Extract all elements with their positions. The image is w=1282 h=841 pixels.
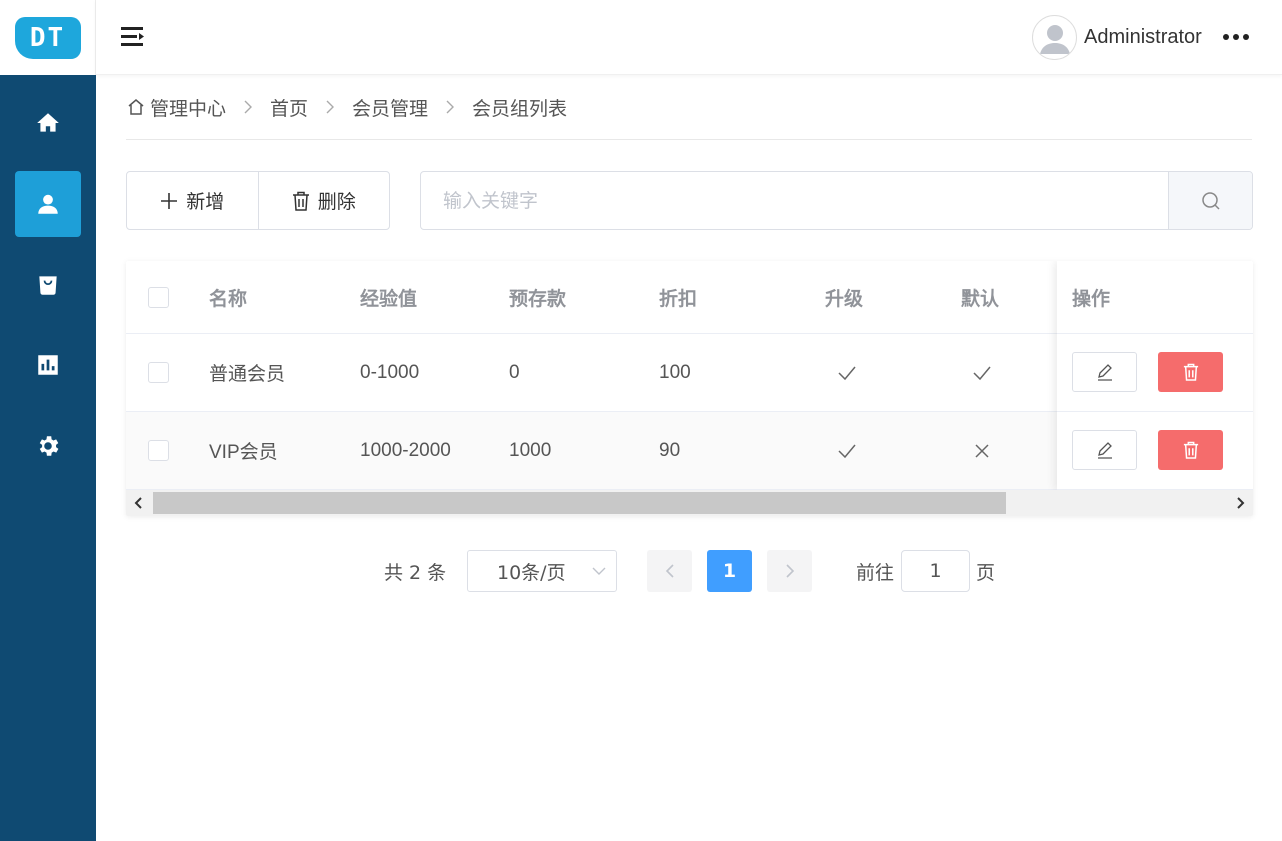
check-icon <box>972 334 992 411</box>
goto-unit: 页 <box>976 561 996 584</box>
search-box <box>420 171 1253 230</box>
column-header-name[interactable]: 名称 <box>209 261 247 333</box>
chevron-right-icon <box>226 92 270 122</box>
pencil-icon <box>1097 364 1112 381</box>
chevron-right-icon <box>308 92 352 122</box>
cell-exp: 1000-2000 <box>360 439 451 461</box>
sidebar-item-shop[interactable] <box>15 252 81 318</box>
goto-label: 前往 <box>856 561 895 584</box>
row-delete-button[interactable] <box>1158 352 1223 392</box>
page-number-current[interactable]: 1 <box>707 550 752 592</box>
operation-column: 操作 <box>1057 261 1253 490</box>
top-header: Administrator <box>96 0 1282 75</box>
row-delete-button[interactable] <box>1158 430 1223 470</box>
delete-button[interactable]: 删除 <box>257 172 390 229</box>
check-icon <box>837 334 857 411</box>
column-header-actions: 操作 <box>1072 287 1111 310</box>
page-size-select[interactable]: 10条/页 <box>467 550 617 592</box>
scrollbar-thumb[interactable] <box>153 492 1006 514</box>
cell-name: VIP会员 <box>209 442 278 463</box>
row-checkbox[interactable] <box>148 440 169 461</box>
username[interactable]: Administrator <box>1084 26 1202 49</box>
member-group-table: 名称 经验值 预存款 折扣 升级 默认 普通会员 0-1000 0 100 VI… <box>126 261 1253 516</box>
search-icon <box>1201 191 1220 210</box>
user-icon <box>38 194 58 214</box>
shopping-bag-icon <box>39 276 57 295</box>
goto-page-input[interactable]: 1 <box>901 550 970 592</box>
chevron-right-icon <box>428 92 472 122</box>
breadcrumb-item-current: 会员组列表 <box>472 97 568 120</box>
column-header-exp[interactable]: 经验值 <box>360 261 417 333</box>
gear-icon <box>39 436 59 456</box>
more-menu-icon[interactable] <box>1216 25 1256 49</box>
bar-chart-icon <box>38 355 58 375</box>
breadcrumb-item-home[interactable]: 首页 <box>270 92 308 122</box>
home-outline-icon <box>128 99 144 115</box>
prev-page-button[interactable] <box>647 550 692 592</box>
search-input[interactable] <box>421 172 1168 229</box>
logo-area: DT <box>0 0 96 75</box>
logo[interactable]: DT <box>14 16 81 59</box>
check-icon <box>837 412 857 489</box>
column-header-default[interactable]: 默认 <box>961 261 999 333</box>
sidebar-item-home[interactable] <box>15 90 81 156</box>
breadcrumb-item-admin[interactable]: 管理中心 <box>126 92 226 122</box>
sidebar-item-members[interactable] <box>15 171 81 237</box>
chevron-right-icon <box>785 564 794 578</box>
chevron-down-icon <box>592 567 606 575</box>
action-button-group: 新增 删除 <box>126 171 390 230</box>
cell-deposit: 0 <box>509 361 520 383</box>
sidebar: DT <box>0 0 96 841</box>
pencil-icon <box>1097 442 1112 459</box>
row-checkbox[interactable] <box>148 362 169 383</box>
sidebar-item-stats[interactable] <box>15 332 81 398</box>
search-button[interactable] <box>1168 172 1252 229</box>
cell-exp: 0-1000 <box>360 361 420 383</box>
breadcrumb: 管理中心 首页 会员管理 会员组列表 <box>126 92 1252 140</box>
cell-discount: 90 <box>659 439 681 461</box>
cell-name: 普通会员 <box>209 364 286 385</box>
add-button[interactable]: 新增 <box>127 172 258 229</box>
column-header-deposit[interactable]: 预存款 <box>509 261 566 333</box>
edit-button[interactable] <box>1072 352 1137 392</box>
avatar[interactable] <box>1032 15 1077 60</box>
trash-icon <box>1183 363 1198 381</box>
menu-toggle-icon[interactable] <box>120 25 146 49</box>
column-header-discount[interactable]: 折扣 <box>659 261 697 333</box>
sidebar-item-settings[interactable] <box>15 413 81 479</box>
home-icon <box>37 113 59 132</box>
edit-button[interactable] <box>1072 430 1137 470</box>
cross-icon <box>974 412 990 489</box>
column-header-upgrade[interactable]: 升级 <box>825 261 863 333</box>
scroll-right-icon[interactable] <box>1227 490 1253 516</box>
breadcrumb-item-member-mgmt[interactable]: 会员管理 <box>352 92 428 122</box>
horizontal-scrollbar[interactable] <box>126 490 1253 516</box>
trash-icon <box>292 191 309 211</box>
chevron-left-icon <box>665 564 674 578</box>
trash-icon <box>1183 441 1198 459</box>
plus-icon <box>161 192 178 209</box>
cell-discount: 100 <box>659 361 691 383</box>
scroll-left-icon[interactable] <box>126 490 152 516</box>
select-all-checkbox[interactable] <box>148 286 169 308</box>
next-page-button[interactable] <box>767 550 812 592</box>
pagination-total: 共 2 条 <box>384 561 447 584</box>
cell-deposit: 1000 <box>509 439 552 461</box>
